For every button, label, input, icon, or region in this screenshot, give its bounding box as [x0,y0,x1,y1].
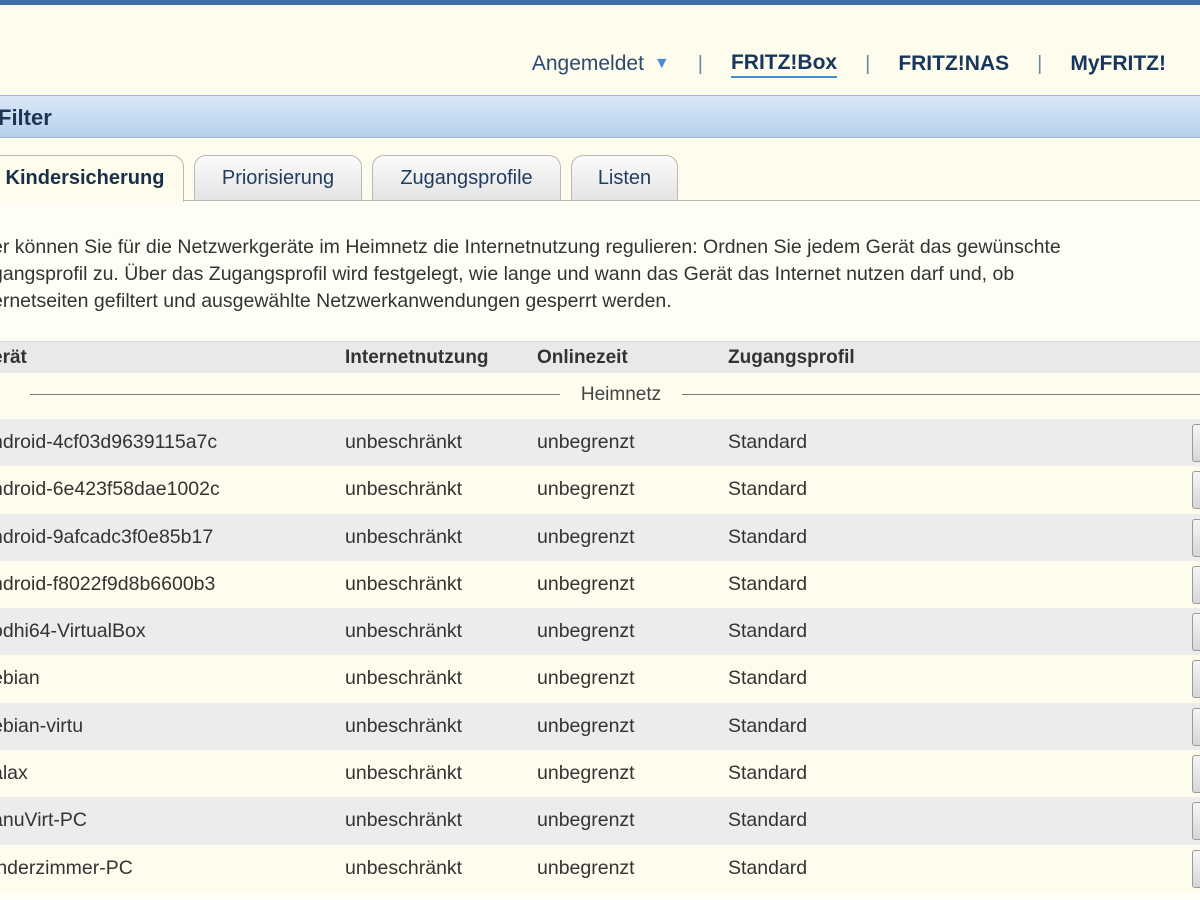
device-name: alax [0,762,28,785]
nav-separator: | [1037,52,1043,75]
table-row: anuVirt-PC unbeschränkt unbegrenzt Stand… [0,797,1200,845]
access-profile: Standard [728,620,808,643]
internet-usage: unbeschränkt [345,478,463,501]
table-row: odhi64-VirtualBox unbeschränkt unbegrenz… [0,608,1200,656]
table-row: ebian unbeschränkt unbegrenzt Standard [0,655,1200,703]
online-time: unbegrenzt [537,572,635,595]
access-profile: Standard [728,572,808,595]
internet-usage: unbeschränkt [345,620,463,643]
table-row: alax unbeschränkt unbegrenzt Standard [0,750,1200,798]
nav-separator: | [697,52,703,75]
nav-link-myfritz[interactable]: MyFRITZ! [1070,52,1166,76]
column-header-online-time: Onlinezeit [537,347,628,368]
page-title: Filter [0,105,52,130]
internet-usage: unbeschränkt [345,525,463,548]
online-time: unbegrenzt [537,809,635,832]
header: Angemeldet ▼ | FRITZ!Box | FRITZ!NAS | M… [0,5,1200,95]
table-row: ebian-virtu unbeschränkt unbegrenzt Stan… [0,702,1200,751]
edit-button-icon[interactable] [1192,707,1200,746]
internet-usage: unbeschränkt [345,431,463,453]
access-profile: Standard [728,667,808,690]
divider-line [30,394,560,395]
table-row: ndroid-6e423f58dae1002c unbeschränkt unb… [0,466,1200,514]
device-name: inderzimmer-PC [0,856,133,879]
tab-listen[interactable]: Listen [571,155,678,200]
tab-kindersicherung[interactable]: Kindersicherung [0,155,184,202]
column-header-internet-usage: Internetnutzung [345,347,489,368]
description-line: ernetseiten gefiltert und ausgewählte Ne… [0,290,672,312]
triangle-down-icon: ▼ [653,55,670,72]
table-row: ndroid-f8022f9d8b6600b3 unbeschränkt unb… [0,560,1200,609]
user-menu[interactable]: Angemeldet ▼ [532,52,670,76]
device-name: ebian-virtu [0,714,84,737]
access-profile: Standard [728,809,808,832]
device-name: ndroid-f8022f9d8b6600b3 [0,572,216,595]
page-title-bar: Filter [0,95,1200,138]
divider-line [682,394,1200,395]
access-profile: Standard [728,762,808,785]
device-name: anuVirt-PC [0,809,88,832]
internet-usage: unbeschränkt [345,809,463,832]
device-name: ebian [0,667,40,690]
access-profile: Standard [728,431,808,453]
access-profile: Standard [728,714,808,737]
device-name: ndroid-4cf03d9639115a7c [0,431,218,453]
description-line: er können Sie für die Netzwerkgeräte im … [0,236,1061,258]
table-row: ndroid-4cf03d9639115a7c unbeschränkt unb… [0,419,1200,467]
internet-usage: unbeschränkt [345,714,463,737]
edit-button-icon[interactable] [1192,471,1200,510]
access-profile: Standard [728,856,808,879]
online-time: unbegrenzt [537,620,635,643]
internet-usage: unbeschränkt [345,762,463,785]
online-time: unbegrenzt [537,762,635,785]
online-time: unbegrenzt [537,431,635,453]
device-name: ndroid-6e423f58dae1002c [0,478,220,501]
online-time: unbegrenzt [537,856,635,879]
table-row: ndroid-9afcadc3f0e85b17 unbeschränkt unb… [0,513,1200,561]
table-header: erät Internetnutzung Onlinezeit Zugangsp… [0,341,1200,373]
column-header-device: erät [0,347,27,368]
access-profile: Standard [728,478,808,501]
access-profile: Standard [728,525,808,548]
edit-button-icon[interactable] [1192,755,1200,794]
page-description: er können Sie für die Netzwerkgeräte im … [0,234,1200,315]
online-time: unbegrenzt [537,714,635,737]
internet-usage: unbeschränkt [345,667,463,690]
edit-button-icon[interactable] [1192,424,1200,462]
online-time: unbegrenzt [537,525,635,548]
tab-priorisierung[interactable]: Priorisierung [194,155,362,200]
device-name: ndroid-9afcadc3f0e85b17 [0,525,214,548]
edit-button-icon[interactable] [1192,849,1200,888]
nav-separator: | [865,52,871,75]
edit-button-icon[interactable] [1192,613,1200,652]
online-time: unbegrenzt [537,667,635,690]
edit-button-icon[interactable] [1192,802,1200,841]
group-divider-heimnetz: Heimnetz [0,373,1200,419]
nav-link-fritzbox[interactable]: FRITZ!Box [730,51,838,78]
group-label: Heimnetz [580,384,662,405]
internet-usage: unbeschränkt [345,572,463,595]
nav-link-fritznas[interactable]: FRITZ!NAS [898,52,1009,76]
edit-button-icon[interactable] [1192,660,1200,699]
internet-usage: unbeschränkt [345,856,463,879]
column-header-access-profile: Zugangsprofil [728,347,855,368]
edit-button-icon[interactable] [1192,518,1200,557]
device-table: ndroid-4cf03d9639115a7c unbeschränkt unb… [0,419,1200,892]
user-menu-label: Angemeldet [531,52,644,75]
tab-zugangsprofile[interactable]: Zugangsprofile [372,155,561,200]
edit-button-icon[interactable] [1192,565,1200,604]
table-row: inderzimmer-PC unbeschränkt unbegrenzt S… [0,844,1200,892]
online-time: unbegrenzt [537,478,635,501]
device-name: odhi64-VirtualBox [0,620,146,643]
description-line: gangsprofil zu. Über das Zugangsprofil w… [0,263,1015,285]
top-navigation: Angemeldet ▼ | FRITZ!Box | FRITZ!NAS | M… [532,49,1166,79]
